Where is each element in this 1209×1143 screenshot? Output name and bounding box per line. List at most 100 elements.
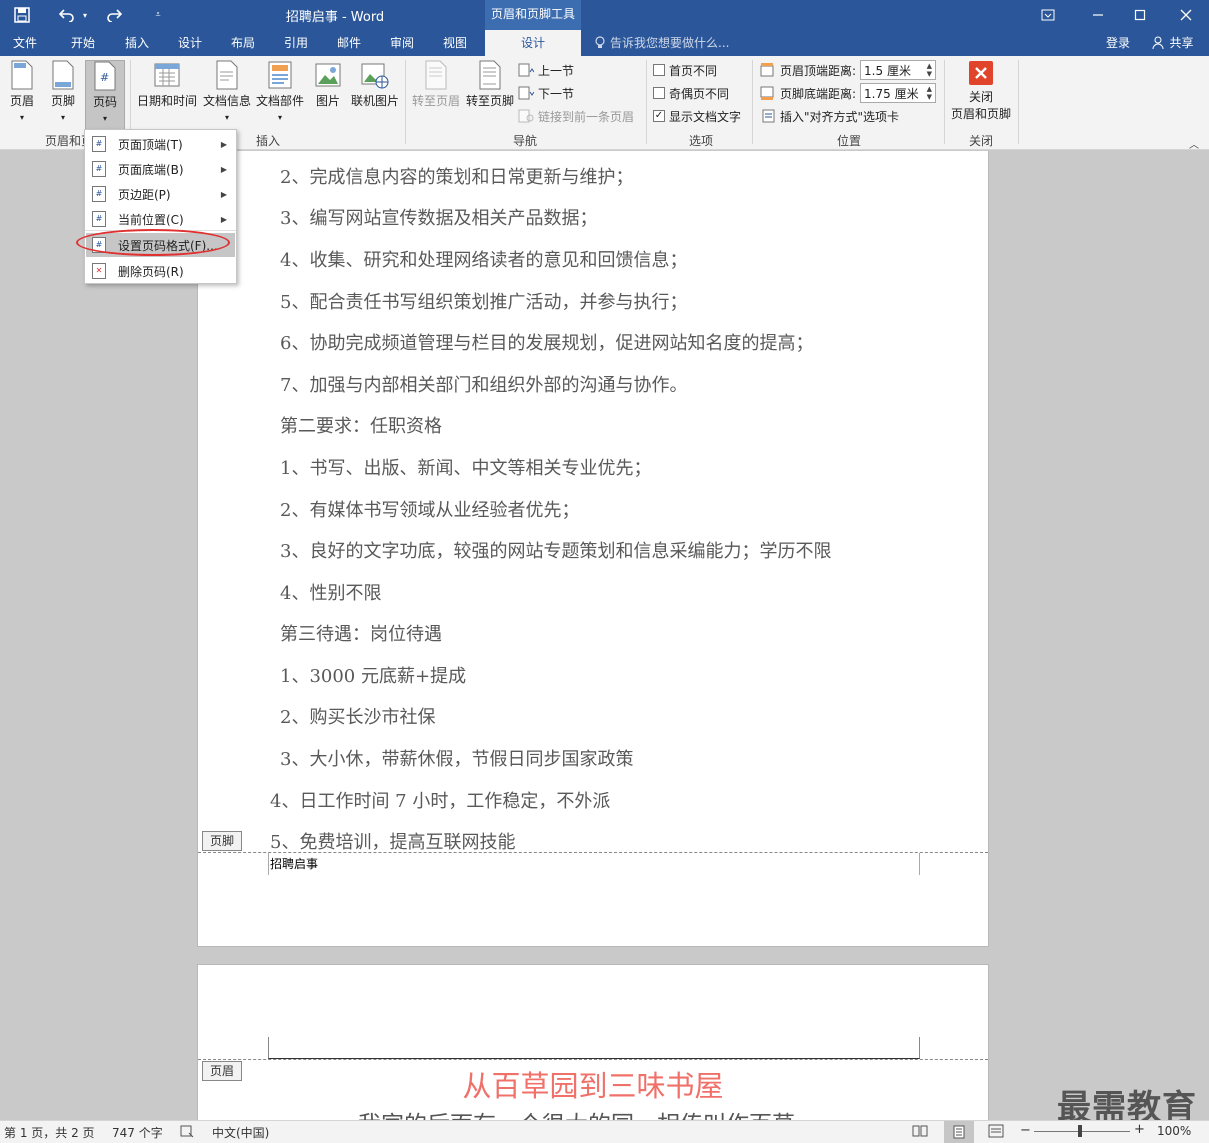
read-mode-icon[interactable]	[912, 1124, 928, 1141]
customize-qat-icon[interactable]: ⩡	[150, 0, 166, 30]
menu-item-bottom-of-page[interactable]: # 页面底端(B) ▶	[86, 157, 235, 181]
menu-item-remove-page-numbers[interactable]: ✕ 删除页码(R)	[86, 259, 235, 283]
ribbon-display-options-icon[interactable]	[1034, 0, 1062, 30]
close-line2: 页眉和页脚	[950, 107, 1011, 121]
minimize-icon[interactable]	[1084, 0, 1112, 30]
next-section-button[interactable]: 下一节	[518, 83, 574, 103]
tab-file[interactable]: 文件	[4, 30, 46, 56]
tab-review[interactable]: 审阅	[379, 30, 425, 56]
tab-references[interactable]: 引用	[273, 30, 319, 56]
quickparts-button[interactable]: 文档部件 ▾	[254, 60, 306, 130]
page-2[interactable]: 页眉 从百草园到三味书屋 我家的后面有一个很大的园，相传叫作百草	[197, 964, 989, 1120]
undo-icon[interactable]	[54, 0, 80, 30]
body-line[interactable]: 4、日工作时间 7 小时，工作稳定，不外派	[270, 787, 610, 813]
body-line[interactable]: 6、协助完成频道管理与栏目的发展规划，促进网站知名度的提高；	[280, 329, 813, 355]
previous-section-button[interactable]: 上一节	[518, 60, 574, 80]
picture-button[interactable]: 图片	[310, 60, 346, 130]
tab-insert[interactable]: 插入	[114, 30, 160, 56]
page-number-button[interactable]: # 页码 ▾	[85, 60, 125, 130]
group-label-nav: 导航	[512, 134, 537, 148]
goto-footer-button[interactable]: 转至页脚	[464, 60, 516, 130]
spinner-arrows-icon[interactable]: ▲ ▼	[927, 62, 932, 78]
menu-item-page-margins[interactable]: # 页边距(P) ▶	[86, 182, 235, 206]
group-separator	[944, 60, 945, 144]
different-odd-even-checkbox[interactable]: 奇偶页不同	[653, 83, 729, 103]
tab-design[interactable]: 设计	[167, 30, 213, 56]
word-count[interactable]: 747 个字	[112, 1124, 163, 1141]
tab-hf-design[interactable]: 设计	[485, 30, 581, 56]
document-area[interactable]: 2、完成信息内容的策划和日常更新与维护； 3、编写网站宣传数据及相关产品数据； …	[0, 151, 1209, 1120]
body-line[interactable]: 2、完成信息内容的策划和日常更新与维护；	[280, 163, 633, 189]
close-line1: 关闭	[968, 90, 993, 104]
online-picture-button[interactable]: 联机图片	[348, 60, 402, 130]
body-line[interactable]: 3、良好的文字功底，较强的网站专题策划和信息采编能力；学历不限	[280, 537, 831, 563]
maximize-icon[interactable]	[1126, 0, 1154, 30]
header-from-top-input[interactable]: 1.5 厘米 ▲ ▼	[860, 60, 937, 80]
menu-item-top-of-page[interactable]: # 页面顶端(T) ▶	[86, 132, 235, 156]
body-line[interactable]: 第三待遇：岗位待遇	[280, 620, 442, 646]
footer-text[interactable]: 招聘启事	[270, 855, 318, 872]
footer-button[interactable]: 页脚 ▾	[44, 60, 82, 130]
header-label: 页眉	[9, 94, 34, 108]
group-separator	[1018, 60, 1019, 144]
body-line[interactable]: 4、性别不限	[280, 579, 381, 605]
insert-alignment-tab-button[interactable]: 插入"对齐方式"选项卡	[762, 106, 899, 126]
checkbox-unchecked	[653, 64, 665, 76]
menu-item-current-position[interactable]: # 当前位置(C) ▶	[86, 207, 235, 231]
body-line[interactable]: 2、有媒体书写领域从业经验者优先；	[280, 496, 579, 522]
body-line[interactable]: 第二要求：任职资格	[280, 412, 442, 438]
different-first-page-checkbox[interactable]: 首页不同	[653, 60, 717, 80]
body-line[interactable]: 5、配合责任书写组织策划推广活动，并参与执行；	[280, 288, 687, 314]
proofing-icon[interactable]	[180, 1124, 194, 1141]
share-button[interactable]: 共享	[1143, 30, 1203, 56]
page-1[interactable]: 2、完成信息内容的策划和日常更新与维护； 3、编写网站宣传数据及相关产品数据； …	[197, 151, 989, 947]
save-icon[interactable]	[8, 0, 36, 30]
collapse-ribbon-icon[interactable]: ︿	[1189, 136, 1199, 151]
body-line[interactable]: 3、编写网站宣传数据及相关产品数据；	[280, 204, 597, 230]
body-line[interactable]: 7、加强与内部相关部门和组织外部的沟通与协作。	[280, 371, 687, 397]
footer-from-bottom-input[interactable]: 1.75 厘米 ▲ ▼	[860, 83, 937, 103]
checkbox-unchecked	[653, 87, 665, 99]
footer-from-bottom-label: 页脚底端距离:	[780, 86, 857, 101]
goto-header-button[interactable]: 转至页眉	[410, 60, 462, 130]
print-layout-icon[interactable]	[944, 1121, 974, 1143]
page-count[interactable]: 第 1 页，共 2 页	[4, 1124, 95, 1141]
web-layout-icon[interactable]	[988, 1124, 1004, 1141]
close-header-footer-button[interactable]: 关闭 页眉和页脚	[948, 60, 1014, 130]
tab-view[interactable]: 视图	[432, 30, 478, 56]
page2-title[interactable]: 从百草园到三味书屋	[198, 1063, 988, 1105]
online-picture-label: 联机图片	[350, 94, 399, 108]
zoom-out-icon[interactable]: −	[1020, 1123, 1031, 1138]
body-line[interactable]: 5、免费培训，提高互联网技能	[270, 828, 515, 854]
signin-link[interactable]: 登录	[1098, 30, 1138, 56]
zoom-slider-track[interactable]	[1034, 1131, 1130, 1132]
language[interactable]: 中文(中国)	[212, 1124, 269, 1141]
zoom-in-icon[interactable]: +	[1134, 1122, 1145, 1137]
docinfo-button[interactable]: 文档信息 ▾	[200, 60, 254, 130]
datetime-button[interactable]: 日期和时间	[134, 60, 200, 130]
zoom-level[interactable]: 100%	[1157, 1124, 1191, 1138]
footer-tag: 页脚	[202, 831, 242, 851]
header-button[interactable]: 页眉 ▾	[4, 60, 40, 130]
link-to-previous-button[interactable]: 链接到前一条页眉	[518, 106, 634, 126]
tab-mailings[interactable]: 邮件	[326, 30, 372, 56]
tab-home[interactable]: 开始	[60, 30, 106, 56]
show-document-text-checkbox[interactable]: ✓ 显示文档文字	[653, 106, 741, 126]
body-line[interactable]: 1、3000 元底薪+提成	[280, 662, 466, 688]
context-tab-group-label: 页眉和页脚工具	[485, 0, 581, 30]
body-line[interactable]: 2、购买长沙市社保	[280, 703, 435, 729]
body-line[interactable]: 3、大小休，带薪休假，节假日同步国家政策	[280, 745, 633, 771]
undo-dropdown-icon[interactable]: ▾	[80, 0, 90, 30]
tab-layout[interactable]: 布局	[220, 30, 266, 56]
online-picture-icon	[361, 63, 389, 89]
zoom-slider-thumb[interactable]	[1078, 1125, 1082, 1137]
page2-first-line[interactable]: 我家的后面有一个很大的园，相传叫作百草	[358, 1105, 795, 1120]
group-label-close: 关闭	[968, 134, 993, 148]
redo-icon[interactable]	[102, 0, 126, 30]
body-line[interactable]: 4、收集、研究和处理网络读者的意见和回馈信息；	[280, 246, 687, 272]
tell-me-box[interactable]: 告诉我您想要做什么...	[594, 30, 744, 56]
spinner-arrows-icon[interactable]: ▲ ▼	[927, 85, 932, 101]
footer-from-bottom-value: 1.75 厘米	[864, 86, 919, 101]
body-line[interactable]: 1、书写、出版、新闻、中文等相关专业优先；	[280, 454, 651, 480]
close-window-icon[interactable]	[1172, 0, 1200, 30]
